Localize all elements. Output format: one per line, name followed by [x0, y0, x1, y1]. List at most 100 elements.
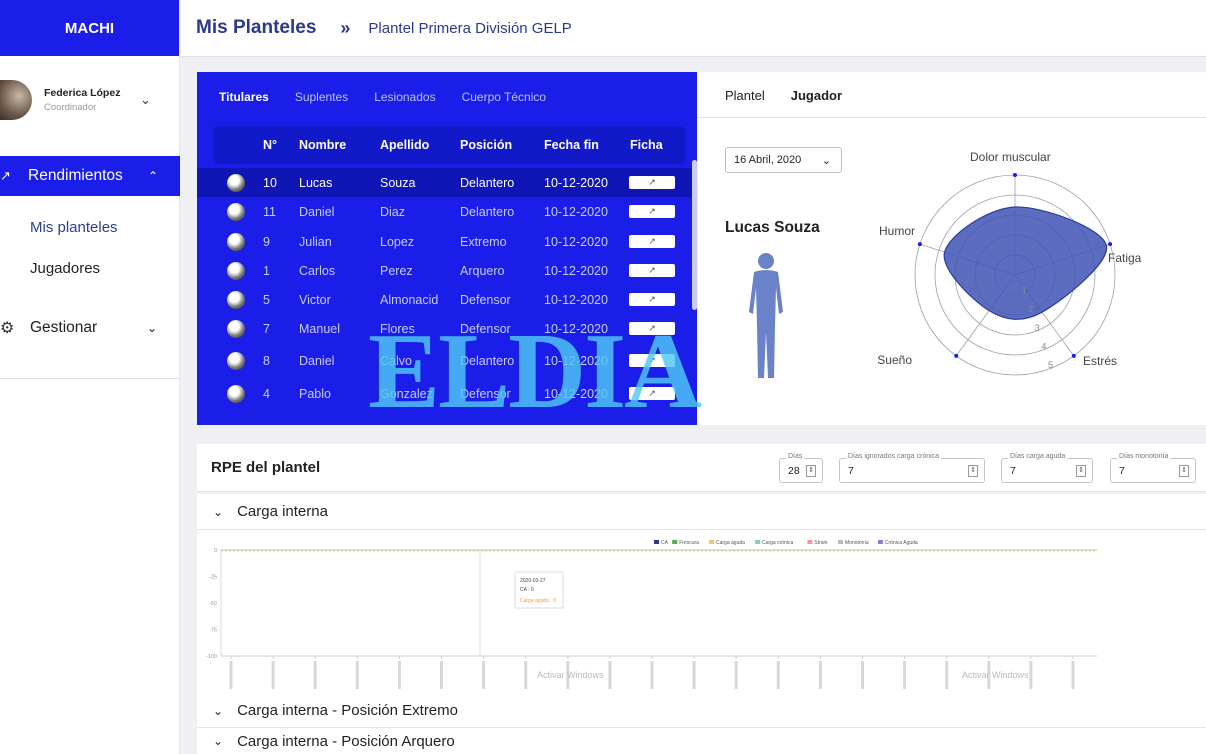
x-tick-label — [271, 661, 275, 689]
cell-number: 11 — [263, 205, 276, 220]
table-row[interactable]: 8 Daniel Calvo Delantero 10-12-2020 ↗ — [197, 344, 693, 377]
dias-field[interactable]: Días 28 ⇕ — [779, 453, 823, 483]
spinner-icon[interactable]: ⇕ — [806, 465, 816, 477]
chart-line-icon[interactable]: ↗ — [629, 322, 675, 336]
tab-cuerpo-tecnico[interactable]: Cuerpo Técnico — [462, 90, 547, 104]
radar-tick-label: 2 — [1028, 304, 1033, 314]
field-value: 28 — [788, 465, 800, 477]
radar-axis-dot — [917, 242, 922, 247]
radar-axis-dot — [954, 353, 959, 358]
user-menu[interactable]: Federica López Coordinador ⌄ — [0, 56, 179, 144]
x-tick-label — [524, 661, 528, 689]
date-value: 16 Abril, 2020 — [734, 154, 802, 166]
field-label: Días ignorados carga crónica — [846, 453, 942, 460]
table-row[interactable]: 9 Julian Lopez Extremo 10-12-2020 ↗ — [197, 227, 693, 256]
tab-plantel[interactable]: Plantel — [725, 88, 765, 103]
table-row[interactable]: 5 Victor Almonacid Defensor 10-12-2020 ↗ — [197, 285, 693, 314]
table-row[interactable]: 7 Manuel Flores Defensor 10-12-2020 ↗ — [197, 314, 693, 343]
x-tick-label — [397, 661, 401, 689]
radar-series — [943, 206, 1107, 320]
cell-nombre: Pablo — [299, 386, 331, 401]
player-photo — [227, 232, 245, 251]
table-row[interactable]: 1 Carlos Perez Arquero 10-12-2020 ↗ — [197, 256, 693, 285]
accordion-posicion-extremo[interactable]: ⌄ Carga interna - Posición Extremo — [197, 694, 1206, 728]
windows-notice: Activar Windows — [537, 670, 604, 680]
chevron-down-icon: ⌄ — [821, 154, 831, 167]
spinner-icon[interactable]: ⇕ — [968, 465, 978, 477]
y-tick-label: -75 — [209, 628, 217, 634]
column-header[interactable]: Fecha fin — [544, 138, 599, 152]
breadcrumb-root[interactable]: Mis Planteles — [196, 17, 316, 39]
column-header[interactable]: Apellido — [380, 138, 429, 152]
cell-posicion: Delantero — [460, 176, 515, 190]
chart-line-icon[interactable]: ↗ — [629, 234, 675, 248]
x-tick-label — [692, 661, 696, 689]
table-row[interactable]: 11 Daniel Diaz Delantero 10-12-2020 ↗ — [197, 197, 693, 226]
tooltip-line: Carga aguda : 0 — [520, 598, 556, 604]
cell-number: 1 — [263, 263, 270, 278]
accordion-carga-interna[interactable]: ⌄ Carga interna — [197, 494, 1206, 530]
sidebar-item-jugadores[interactable]: Jugadores — [30, 260, 100, 277]
spinner-icon[interactable]: ⇕ — [1076, 465, 1086, 477]
chart-line-icon[interactable]: ↗ — [629, 263, 675, 277]
cell-fecha: 10-12-2020 — [544, 176, 608, 190]
brand-logo[interactable]: MACHI — [0, 0, 179, 56]
x-tick-label — [903, 661, 907, 689]
table-row[interactable]: 10 Lucas Souza Delantero 10-12-2020 ↗ — [197, 168, 693, 198]
tab-lesionados[interactable]: Lesionados — [374, 90, 435, 104]
dias-carga-aguda-field[interactable]: Días carga aguda 7 ⇕ — [1001, 453, 1093, 483]
legend-item: Monotonía — [845, 540, 869, 546]
legend-item: Crónica Aguda — [885, 540, 918, 546]
date-select[interactable]: 16 Abril, 2020 ⌄ — [725, 147, 842, 173]
radar-axis-label: Sueño — [877, 353, 912, 367]
dias-monotonia-field[interactable]: Días monotonía 7 ⇕ — [1110, 453, 1196, 483]
legend-swatch — [709, 540, 714, 544]
cell-fecha: 10-12-2020 — [544, 386, 608, 401]
x-tick-label — [608, 661, 612, 689]
tab-jugador[interactable]: Jugador — [791, 88, 842, 103]
table-row[interactable]: 4 Pablo Gonzalez Defensor 10-12-2020 ↗ — [197, 377, 693, 409]
divider — [0, 378, 180, 379]
chart-line-icon[interactable]: ↗ — [629, 176, 675, 189]
sidebar: MACHI Federica López Coordinador ⌄ ↗ Ren… — [0, 0, 180, 754]
player-name: Lucas Souza — [725, 219, 820, 236]
x-tick-label — [440, 661, 443, 689]
divider — [698, 117, 1206, 118]
radar-axis-label: Estrés — [1083, 354, 1117, 368]
wellness-radar-chart: 12345 Dolor muscular Fatiga Estrés Sueño Humo… — [877, 152, 1142, 376]
cell-fecha: 10-12-2020 — [544, 234, 608, 249]
x-tick-label — [1029, 661, 1033, 689]
column-header[interactable]: Nombre — [299, 138, 346, 152]
rpe-header: RPE del plantel Días 28 ⇕ Días ignorados… — [197, 444, 1206, 492]
sidebar-item-gestionar[interactable]: ⚙ Gestionar ⌄ — [0, 318, 180, 338]
cell-number: 9 — [263, 234, 270, 249]
spinner-icon[interactable]: ⇕ — [1179, 465, 1189, 477]
scrollbar[interactable] — [692, 160, 697, 310]
cell-posicion: Delantero — [460, 205, 515, 220]
gear-icon: ⚙ — [0, 320, 15, 337]
radar-axis-dot — [1013, 173, 1017, 177]
radar-axis-label: Dolor muscular — [970, 152, 1051, 164]
column-header[interactable]: N° — [263, 138, 277, 152]
body-figure-icon[interactable] — [744, 252, 788, 382]
sidebar-item-mis-planteles[interactable]: Mis planteles — [30, 219, 118, 236]
cell-fecha: 10-12-2020 — [544, 293, 608, 308]
windows-notice: Activar Windows — [962, 670, 1029, 680]
tab-suplentes[interactable]: Suplentes — [295, 90, 348, 104]
dias-ignorados-field[interactable]: Días ignorados carga crónica 7 ⇕ — [839, 453, 985, 483]
radar-axis-label: Fatiga — [1108, 251, 1142, 265]
sidebar-item-rendimientos[interactable]: ↗ Rendimientos ⌃ — [0, 156, 180, 196]
chart-line-icon[interactable]: ↗ — [629, 353, 675, 367]
chart-line-icon[interactable]: ↗ — [629, 386, 675, 400]
tab-titulares[interactable]: Titulares — [219, 90, 269, 104]
column-header[interactable]: Posición — [460, 138, 512, 152]
chart-line-icon[interactable]: ↗ — [629, 293, 675, 307]
chevron-down-icon[interactable]: ⌄ — [140, 92, 151, 108]
x-tick-label — [313, 661, 317, 689]
trending-up-icon: ↗ — [0, 168, 11, 183]
chart-line-icon[interactable]: ↗ — [629, 205, 675, 219]
accordion-label: Carga interna - Posición Extremo — [237, 702, 458, 719]
accordion-posicion-arquero[interactable]: ⌄ Carga interna - Posición Arquero — [197, 728, 1206, 754]
legend-swatch — [877, 540, 883, 544]
user-name: Federica López — [44, 87, 121, 99]
